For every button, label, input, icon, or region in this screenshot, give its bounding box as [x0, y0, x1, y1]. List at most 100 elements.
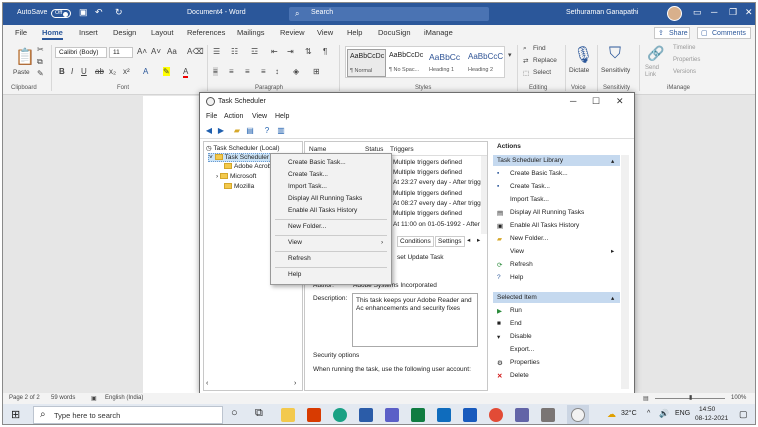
bullets-icon[interactable]: ☰ — [213, 47, 220, 56]
clear-formatting-icon[interactable]: A⌫ — [187, 47, 204, 56]
restore-icon[interactable]: ❐ — [729, 7, 737, 18]
justify-icon[interactable]: ≡ — [261, 67, 266, 76]
bold-icon[interactable]: B — [59, 67, 65, 76]
pilcrow-icon[interactable]: ¶ — [323, 47, 327, 56]
notification-icon[interactable]: ▢ — [739, 409, 748, 420]
excel-icon[interactable] — [411, 408, 425, 422]
input-language[interactable]: ENG — [675, 410, 690, 417]
timeline-label[interactable]: Timeline — [673, 45, 695, 51]
tab-insert[interactable]: Insert — [79, 28, 98, 37]
language-status[interactable]: English (India) — [105, 395, 143, 401]
shrink-font-icon[interactable]: A˅ — [151, 47, 161, 56]
ctx-view[interactable]: View — [288, 239, 302, 246]
tab-review[interactable]: Review — [280, 28, 305, 37]
format-painter-icon[interactable]: ✎ — [37, 69, 44, 78]
tab-imanage[interactable]: iManage — [424, 28, 453, 37]
scrollbar[interactable] — [481, 156, 487, 234]
send-link-icon[interactable]: 🔗 — [647, 45, 664, 62]
table-row[interactable]: Multiple triggers defined — [393, 159, 462, 166]
action-view[interactable]: View ▸ — [493, 246, 620, 257]
close-icon[interactable]: ✕ — [616, 96, 624, 107]
share-button[interactable]: ⇪ Share — [654, 27, 690, 39]
tree-item-mozilla[interactable]: Mozilla — [224, 183, 254, 190]
tree-root[interactable]: ◷ Task Scheduler (Local) — [206, 144, 280, 152]
ctx-import-task[interactable]: Import Task... — [288, 183, 327, 190]
action-export[interactable]: Export... — [493, 344, 620, 355]
tab-references[interactable]: References — [187, 28, 225, 37]
align-right-icon[interactable]: ≡ — [245, 67, 250, 76]
ribbon-display-icon[interactable]: ▭ — [693, 7, 702, 18]
action-display-running[interactable]: ▤ Display All Running Tasks — [493, 207, 620, 218]
avatar[interactable] — [667, 6, 682, 21]
superscript-icon[interactable]: x² — [123, 67, 130, 76]
ctx-create-task[interactable]: Create Task... — [288, 171, 328, 178]
action-create-basic-task[interactable]: ▪ Create Basic Task... — [493, 168, 620, 179]
align-left-icon[interactable]: ≡ — [213, 67, 218, 76]
shading-icon[interactable]: ◈ — [293, 67, 299, 76]
font-color-icon[interactable]: A — [183, 67, 189, 78]
tab-design[interactable]: Design — [113, 28, 136, 37]
selected-section-header[interactable]: Selected Item ▴ — [493, 292, 620, 303]
clock-date[interactable]: 08-12-2021 — [695, 415, 728, 422]
table-row[interactable]: At 08:27 every day - After trigge — [393, 200, 484, 207]
outlook-icon[interactable] — [437, 408, 451, 422]
task-scheduler-taskbar-icon[interactable] — [571, 408, 585, 422]
undo-icon[interactable]: ↶ — [95, 7, 103, 18]
styles-more-icon[interactable]: ▾ — [508, 51, 512, 59]
minimize-icon[interactable]: ─ — [711, 7, 717, 17]
temperature[interactable]: 32°C — [621, 410, 637, 417]
menu-help[interactable]: Help — [275, 113, 289, 120]
style-heading-2[interactable]: AaBbCcC Heading 2 — [466, 49, 505, 77]
replace-icon[interactable]: ⇄ — [523, 57, 528, 65]
word-search-box[interactable]: ⌕ Search — [289, 7, 489, 21]
table-row[interactable]: At 23:27 every day - After trigge — [393, 179, 484, 186]
chrome-icon[interactable] — [489, 408, 503, 422]
select-label[interactable]: Select — [533, 69, 551, 76]
tab-help[interactable]: Help — [347, 28, 362, 37]
tab-view[interactable]: View — [317, 28, 333, 37]
tab-conditions[interactable]: Conditions — [397, 236, 434, 247]
highlight-icon[interactable]: ✎ — [163, 67, 170, 76]
table-row[interactable]: Multiple triggers defined — [393, 190, 462, 197]
ctx-create-basic-task[interactable]: Create Basic Task... — [288, 159, 346, 166]
paste-label[interactable]: Paste — [13, 69, 30, 76]
office-icon[interactable] — [307, 408, 321, 422]
file-explorer-icon[interactable] — [281, 408, 295, 422]
line-spacing-icon[interactable]: ↕ — [275, 67, 279, 76]
forward-icon[interactable]: ▶ — [216, 126, 226, 136]
minimize-icon[interactable]: ─ — [570, 96, 576, 106]
underline-icon[interactable]: U — [81, 67, 87, 76]
save-icon[interactable]: ▣ — [79, 7, 88, 18]
tray-chevron-icon[interactable]: ^ — [647, 410, 650, 417]
find-icon[interactable]: ⌕ — [523, 45, 527, 53]
tab-settings[interactable]: Settings — [435, 236, 465, 247]
action-refresh[interactable]: ⟳ Refresh — [493, 259, 620, 270]
grow-font-icon[interactable]: A˄ — [137, 47, 147, 56]
style-heading-1[interactable]: AaBbCc Heading 1 — [427, 49, 466, 77]
sort-icon[interactable]: ⇅ — [305, 47, 312, 56]
show-pane-icon[interactable]: ▤ — [245, 126, 255, 136]
copy-icon[interactable]: ⧉ — [37, 57, 43, 67]
edge-icon[interactable] — [333, 408, 347, 422]
volume-icon[interactable]: 🔊 — [659, 409, 669, 418]
redo-icon[interactable]: ↻ — [115, 7, 123, 18]
column-name[interactable]: Name — [309, 146, 326, 153]
tab-scroll-left-icon[interactable]: ◂ — [467, 236, 470, 244]
action-help[interactable]: ? Help — [493, 272, 620, 283]
weather-icon[interactable]: ☁ — [607, 409, 616, 420]
user-name[interactable]: Sethuraman Ganapathi — [566, 9, 638, 16]
style-normal[interactable]: AaBbCcDc ¶ Normal — [347, 49, 386, 77]
cut-icon[interactable]: ✂ — [37, 45, 44, 54]
ctx-new-folder[interactable]: New Folder... — [288, 223, 326, 230]
help-icon[interactable]: ? — [262, 126, 272, 136]
multilevel-list-icon[interactable]: ☲ — [251, 47, 258, 56]
select-icon[interactable]: ⬚ — [523, 69, 529, 77]
increase-indent-icon[interactable]: ⇥ — [287, 47, 294, 56]
ctx-refresh[interactable]: Refresh — [288, 255, 311, 262]
table-row[interactable]: At 11:00 on 01-05-1992 - After t — [393, 221, 484, 228]
tree-item-microsoft[interactable]: › Microsoft — [216, 173, 256, 180]
text-effects-icon[interactable]: A — [143, 67, 148, 76]
italic-icon[interactable]: I — [71, 67, 73, 76]
action-pane-icon[interactable]: ▥ — [276, 126, 286, 136]
ctx-help[interactable]: Help — [288, 271, 301, 278]
